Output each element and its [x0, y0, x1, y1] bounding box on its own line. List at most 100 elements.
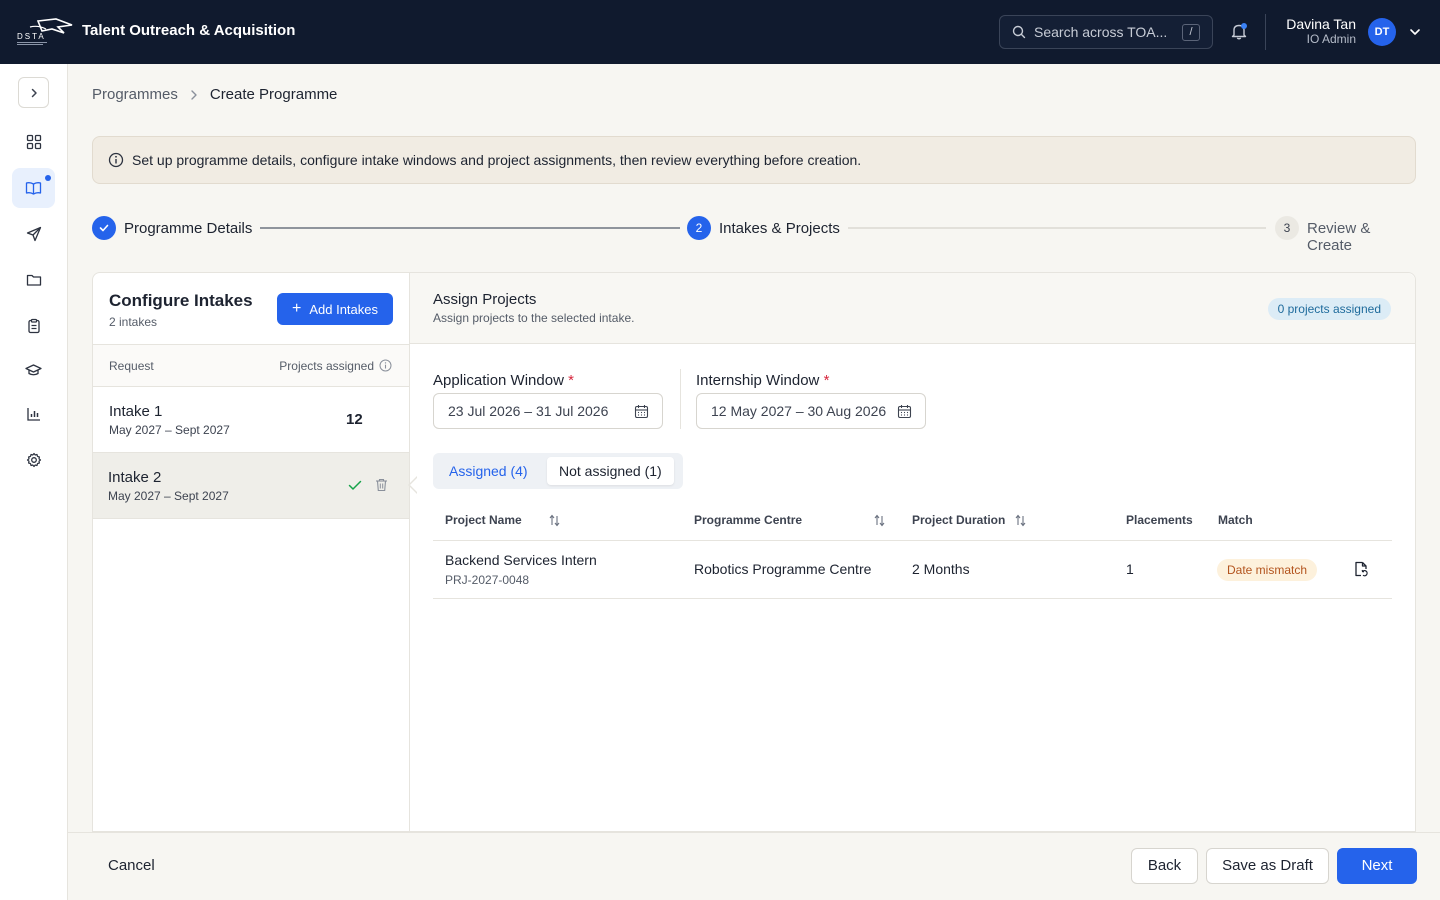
- sidebar-item-settings[interactable]: [12, 440, 55, 480]
- app-title: Talent Outreach & Acquisition: [82, 22, 296, 39]
- sidebar-active-dot: [45, 175, 51, 181]
- global-search[interactable]: Search across TOA... /: [999, 15, 1213, 49]
- chevron-right-icon: [31, 88, 37, 97]
- internship-window-value: 12 May 2027 – 30 Aug 2026: [711, 403, 887, 419]
- configure-intakes-title: Configure Intakes: [109, 291, 253, 310]
- sort-icon[interactable]: [1014, 514, 1027, 527]
- user-role: IO Admin: [1306, 32, 1356, 46]
- tab-not-assigned[interactable]: Not assigned (1): [547, 457, 674, 485]
- step-1-complete-indicator[interactable]: [92, 216, 116, 240]
- assign-projects-title: Assign Projects: [433, 291, 537, 308]
- assign-projects-panel: Assign Projects Assign projects to the s…: [409, 272, 1416, 832]
- step-connector-2: [848, 227, 1266, 229]
- back-button[interactable]: Back: [1131, 848, 1198, 884]
- placements: 1: [1126, 561, 1134, 577]
- cancel-button[interactable]: Cancel: [108, 857, 155, 874]
- programme-centre: Robotics Programme Centre: [694, 561, 872, 577]
- step-connector-1: [260, 227, 680, 229]
- folder-icon: [26, 274, 41, 286]
- send-icon: [26, 226, 41, 242]
- sidebar-item-outreach[interactable]: [12, 214, 55, 254]
- sidebar-expand-button[interactable]: [18, 77, 49, 108]
- intake-name: Intake 1: [109, 403, 163, 420]
- field-divider: [680, 369, 681, 429]
- application-window-value: 23 Jul 2026 – 31 Jul 2026: [448, 403, 609, 419]
- clipboard-icon: [27, 318, 40, 334]
- graduation-cap-icon: [25, 364, 42, 376]
- info-banner-text: Set up programme details, configure inta…: [132, 152, 862, 168]
- sidebar-item-students[interactable]: [12, 350, 55, 390]
- selected-intake-pointer-fill: [410, 477, 418, 493]
- bar-chart-icon: [26, 408, 40, 421]
- add-intakes-button[interactable]: + Add Intakes: [277, 293, 393, 325]
- plus-icon: +: [292, 300, 302, 317]
- chevron-right-icon: [191, 89, 197, 100]
- step-1-label[interactable]: Programme Details: [124, 220, 252, 237]
- dashboard-icon: [26, 134, 41, 150]
- search-shortcut-key: /: [1182, 24, 1200, 41]
- step-2-label: Intakes & Projects: [719, 220, 840, 237]
- save-as-draft-button[interactable]: Save as Draft: [1206, 848, 1329, 884]
- sidebar-item-dashboard[interactable]: [12, 122, 55, 162]
- dsta-logo[interactable]: DSTA: [16, 17, 74, 47]
- user-avatar[interactable]: DT: [1368, 18, 1396, 46]
- chevron-down-icon[interactable]: [1409, 26, 1421, 38]
- application-window-label-text: Application Window: [433, 372, 564, 389]
- required-marker: *: [823, 372, 830, 389]
- sidebar-item-files[interactable]: [12, 260, 55, 300]
- project-code: PRJ-2027-0048: [445, 573, 530, 587]
- sidebar-item-analytics[interactable]: [12, 394, 55, 434]
- calendar-icon[interactable]: [897, 404, 912, 419]
- trash-icon[interactable]: [375, 478, 388, 492]
- intakes-count: 2 intakes: [109, 315, 158, 329]
- breadcrumb-current: Create Programme: [209, 86, 338, 103]
- info-icon: [108, 152, 124, 168]
- project-duration: 2 Months: [912, 561, 970, 577]
- assign-projects-header: Assign Projects Assign projects to the s…: [410, 273, 1415, 344]
- step-3-number: 3: [1275, 216, 1299, 240]
- header-divider: [1265, 14, 1266, 50]
- intake-dates: May 2027 – Sept 2027: [108, 489, 229, 503]
- check-icon: [348, 480, 362, 490]
- projects-assigned-badge: 0 projects assigned: [1267, 298, 1391, 320]
- calendar-icon[interactable]: [634, 404, 649, 419]
- notification-dot: [1241, 23, 1247, 29]
- column-project-duration[interactable]: Project Duration: [912, 513, 1005, 527]
- sidebar-item-applications[interactable]: [12, 306, 55, 346]
- project-name: Backend Services Intern: [445, 552, 597, 568]
- application-window-input[interactable]: 23 Jul 2026 – 31 Jul 2026: [433, 393, 663, 429]
- internship-window-input[interactable]: 12 May 2027 – 30 Aug 2026: [696, 393, 926, 429]
- column-match: Match: [1218, 513, 1253, 527]
- next-button[interactable]: Next: [1337, 848, 1417, 884]
- step-2-number: 2: [687, 216, 711, 240]
- intake-row-2[interactable]: Intake 2 May 2027 – Sept 2027: [93, 453, 410, 519]
- sort-icon[interactable]: [873, 514, 886, 527]
- progress-stepper: Programme Details 2 Intakes & Projects 3…: [92, 216, 1416, 254]
- intake-row-1[interactable]: Intake 1 May 2027 – Sept 2027 12: [93, 387, 410, 453]
- intake-name: Intake 2: [108, 469, 162, 486]
- assign-projects-subtitle: Assign projects to the selected intake.: [433, 311, 635, 325]
- column-request: Request: [109, 359, 154, 373]
- intake-projects-count: 12: [346, 411, 363, 428]
- column-programme-centre[interactable]: Programme Centre: [694, 513, 802, 527]
- projects-table-header: Project Name Programme Centre Project Du…: [433, 505, 1392, 541]
- search-icon: [1012, 25, 1026, 39]
- date-mismatch-badge: Date mismatch: [1217, 559, 1318, 581]
- search-placeholder: Search across TOA...: [1034, 24, 1168, 40]
- footer-actions: Cancel Back Save as Draft Next: [68, 832, 1440, 900]
- check-icon: [99, 224, 109, 232]
- sort-icon[interactable]: [548, 514, 561, 527]
- settings-gear-icon: [26, 452, 41, 468]
- internship-window-label-text: Internship Window: [696, 372, 820, 389]
- required-marker: *: [568, 372, 574, 389]
- column-project-name[interactable]: Project Name: [445, 513, 522, 527]
- table-row[interactable]: Backend Services Intern PRJ-2027-0048 Ro…: [433, 541, 1392, 599]
- breadcrumb-programmes-link[interactable]: Programmes: [92, 86, 178, 103]
- user-name[interactable]: Davina Tan: [1286, 16, 1356, 32]
- info-icon[interactable]: [379, 359, 392, 372]
- document-refresh-icon[interactable]: [1353, 561, 1369, 577]
- tab-assigned[interactable]: Assigned (4): [437, 457, 540, 485]
- sidebar-item-programmes[interactable]: [12, 168, 55, 208]
- sidebar: [0, 64, 68, 900]
- info-banner: Set up programme details, configure inta…: [92, 136, 1416, 184]
